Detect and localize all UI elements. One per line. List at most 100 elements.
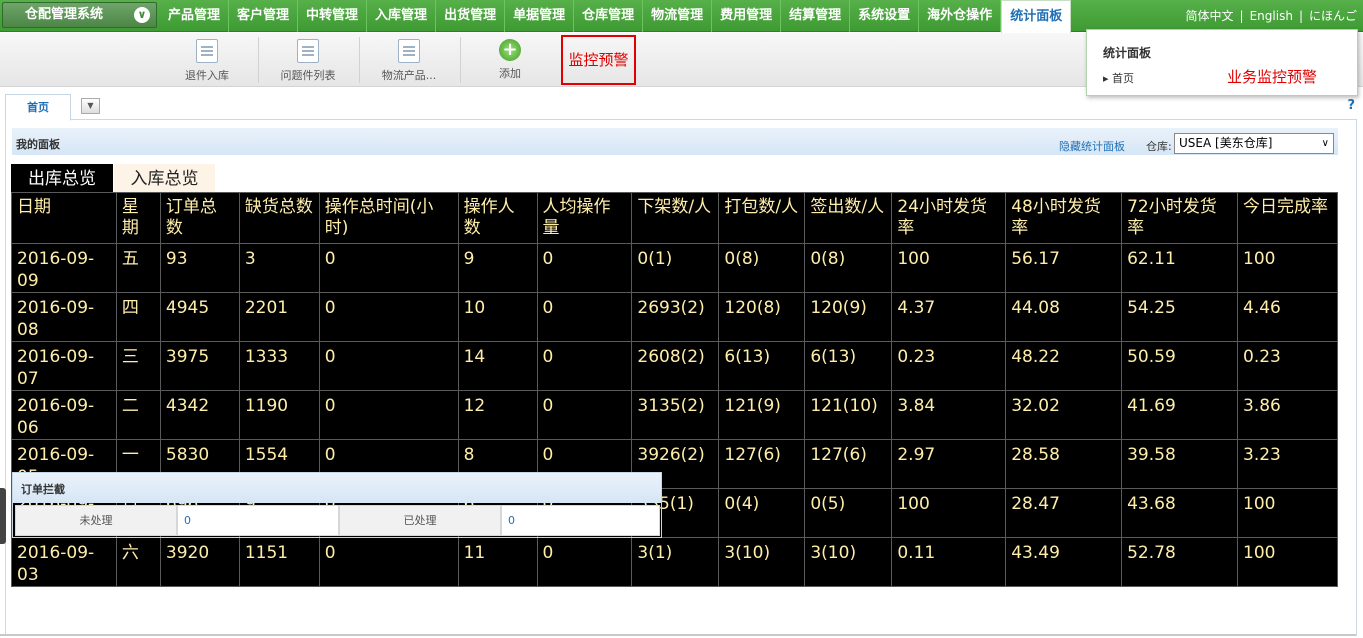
table-row: 2016-09-06 二 4342 1190 0 12 0 3135(2) 121(9) 121(… xyxy=(11,390,1338,440)
table-cell: 0 xyxy=(536,292,633,342)
table-cell: 3 xyxy=(238,243,320,293)
table-cell: 3920 xyxy=(159,537,240,587)
tab-inbound-overview[interactable]: 入库总览 xyxy=(114,164,215,192)
table-cell: 28.47 xyxy=(1005,488,1123,538)
table-cell: 3.84 xyxy=(891,390,1007,440)
table-cell: 1151 xyxy=(238,537,320,587)
table-cell: 0 xyxy=(536,537,633,587)
business-monitor-annotation: 业务监控预警 xyxy=(1227,68,1318,86)
monitor-alert-button[interactable]: 监控预警 xyxy=(561,35,636,85)
table-cell: 50.59 xyxy=(1121,341,1238,391)
lang-ja-link[interactable]: にほんご xyxy=(1309,9,1357,23)
side-drawer-handle[interactable] xyxy=(0,488,6,544)
nav-item[interactable]: 客户管理 xyxy=(229,0,299,32)
column-header: 打包数/人 xyxy=(718,192,806,244)
document-grid-icon xyxy=(196,39,218,63)
table-cell: 三 xyxy=(115,341,161,391)
unprocessed-count-link[interactable]: 0 xyxy=(177,505,339,536)
table-cell: 14 xyxy=(457,341,538,391)
table-cell: 2.97 xyxy=(891,439,1007,489)
table-cell: 12 xyxy=(457,390,538,440)
chevron-down-icon: ∨ xyxy=(1321,138,1329,149)
table-cell: 0 xyxy=(318,292,459,342)
column-header: 订单总数 xyxy=(159,192,240,244)
stats-home-link[interactable]: ▸ 首页 xyxy=(1103,70,1134,86)
table-cell: 六 xyxy=(115,537,161,587)
table-cell: 100 xyxy=(891,488,1007,538)
table-cell: 2201 xyxy=(238,292,320,342)
tab-strip: 首页 ▼ ? xyxy=(5,92,1357,121)
nav-item[interactable]: 单据管理 xyxy=(505,0,575,32)
stats-home-label: 首页 xyxy=(1112,72,1135,85)
table-cell: 0.23 xyxy=(1237,341,1338,391)
add-label: 添加 xyxy=(499,67,521,80)
stats-panel-title: 统计面板 xyxy=(1103,46,1152,60)
table-cell: 11 xyxy=(457,537,538,587)
return-inbound-label: 退件入库 xyxy=(185,69,229,82)
nav-item[interactable]: 系统设置 xyxy=(850,0,920,32)
table-cell: 3135(2) xyxy=(631,390,720,440)
table-cell: 127(6) xyxy=(718,439,806,489)
column-header: 下架数/人 xyxy=(631,192,720,244)
table-cell: 121(10) xyxy=(804,390,893,440)
table-cell: 3975 xyxy=(159,341,240,391)
column-header: 操作人数 xyxy=(457,192,538,244)
table-cell: 10 xyxy=(457,292,538,342)
table-cell: 2016-09-03 xyxy=(11,537,117,587)
table-cell: 0.11 xyxy=(891,537,1007,587)
table-cell: 52.78 xyxy=(1121,537,1238,587)
hide-stats-link[interactable]: 隐藏统计面板 xyxy=(1059,138,1125,154)
table-cell: 1333 xyxy=(238,341,320,391)
table-cell: 0 xyxy=(536,243,633,293)
nav-item[interactable]: 结算管理 xyxy=(781,0,851,32)
tab-dropdown-button[interactable]: ▼ xyxy=(81,98,100,114)
lang-zh-link[interactable]: 简体中文 xyxy=(1186,9,1234,23)
add-button[interactable]: + 添加 xyxy=(460,39,560,81)
unprocessed-label: 未处理 xyxy=(15,505,177,536)
table-cell: 0 xyxy=(318,243,459,293)
nav-item[interactable]: 海外仓操作 xyxy=(919,0,1002,32)
warehouse-select[interactable]: USEA [美东仓库] ∨ xyxy=(1174,133,1334,154)
nav-item[interactable]: 费用管理 xyxy=(712,0,782,32)
table-cell: 0 xyxy=(318,390,459,440)
table-cell: 0(4) xyxy=(718,488,806,538)
table-cell: 44.08 xyxy=(1005,292,1123,342)
nav-item[interactable]: 入库管理 xyxy=(367,0,437,32)
main-menu: 产品管理 客户管理 中转管理 入库管理 出货管理 单据管理 仓库管理 物流管理 费用管理 结算管理… xyxy=(160,0,1072,33)
table-cell: 0(5) xyxy=(804,488,893,538)
table-cell: 120(9) xyxy=(804,292,893,342)
table-cell: 0 xyxy=(318,341,459,391)
nav-item[interactable]: 物流管理 xyxy=(643,0,713,32)
table-cell: 100 xyxy=(1237,488,1338,538)
table-cell: 0(1) xyxy=(631,243,720,293)
table-header-row: 日期 星期 订单总数 缺货总数 操作总时间(小时) 操作人数 人均操作量 下架数/人 打包数/人… xyxy=(11,192,1338,244)
nav-item[interactable]: 中转管理 xyxy=(298,0,368,32)
return-inbound-button[interactable]: 退件入库 xyxy=(157,39,257,83)
logistics-product-button[interactable]: 物流产品... xyxy=(359,39,459,83)
stats-panel-dropdown: 统计面板 ▸ 首页 业务监控预警 xyxy=(1086,29,1358,96)
column-header: 48小时发货率 xyxy=(1005,192,1123,244)
table-cell: 4.37 xyxy=(891,292,1007,342)
system-switch-button[interactable]: 仓配管理系统 ∨ xyxy=(2,2,157,28)
table-cell: 62.11 xyxy=(1121,243,1238,293)
problem-list-button[interactable]: 问题件列表 xyxy=(258,39,358,83)
table-cell: 28.58 xyxy=(1005,439,1123,489)
nav-item[interactable]: 产品管理 xyxy=(160,0,230,32)
tab-outbound-overview[interactable]: 出库总览 xyxy=(11,164,113,192)
content-border xyxy=(1356,120,1357,636)
nav-item[interactable]: 仓库管理 xyxy=(574,0,644,32)
help-icon[interactable]: ? xyxy=(1347,98,1355,113)
table-cell: 0(8) xyxy=(718,243,806,293)
table-cell: 4.46 xyxy=(1237,292,1338,342)
table-cell: 0 xyxy=(318,537,459,587)
chevron-down-icon: ∨ xyxy=(134,7,150,23)
tab-home[interactable]: 首页 xyxy=(5,94,71,121)
column-header: 签出数/人 xyxy=(804,192,893,244)
nav-item[interactable]: 统计面板 xyxy=(1001,0,1072,33)
table-row: 2016-09-03 六 3920 1151 0 11 0 3(1) 3(10) 3(10) 0.1… xyxy=(11,537,1338,587)
lang-en-link[interactable]: English xyxy=(1250,9,1293,23)
processed-count-link[interactable]: 0 xyxy=(501,505,660,536)
table-cell: 四 xyxy=(115,292,161,342)
column-header: 日期 xyxy=(11,192,117,244)
nav-item[interactable]: 出货管理 xyxy=(436,0,506,32)
